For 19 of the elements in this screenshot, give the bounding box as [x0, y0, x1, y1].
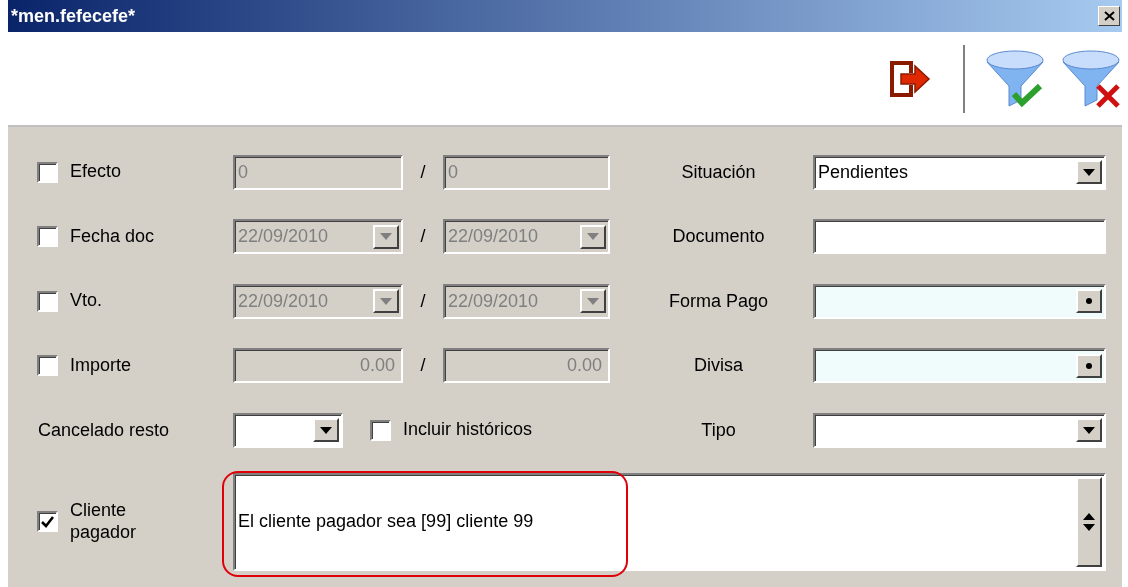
- field-label: Forma Pago: [667, 290, 769, 312]
- range-separator: /: [419, 226, 427, 248]
- field-label: Divisa: [693, 355, 744, 377]
- window-title: *men.fefecefe*: [11, 5, 136, 27]
- dropdown[interactable]: Pendientes: [813, 154, 1106, 190]
- checkbox-label: Importe: [70, 354, 132, 377]
- range-separator: /: [419, 290, 427, 312]
- field-label: Documento: [671, 226, 766, 248]
- range-separator: /: [419, 355, 427, 377]
- range-separator: /: [419, 161, 427, 183]
- text-area[interactable]: El cliente pagador sea [99] cliente 99: [233, 472, 1106, 571]
- checkbox-label: Incluir históricos: [403, 419, 533, 442]
- field-label: Tipo: [700, 419, 737, 441]
- field-label: Cancelado resto: [37, 419, 171, 441]
- checkbox-label: Cliente pagador: [70, 499, 138, 544]
- checkbox-label: Vto.: [70, 290, 103, 313]
- checkbox-label: Fecha doc: [70, 225, 155, 248]
- checkbox-label: Efecto: [70, 161, 122, 184]
- field-label: Situación: [680, 161, 757, 183]
